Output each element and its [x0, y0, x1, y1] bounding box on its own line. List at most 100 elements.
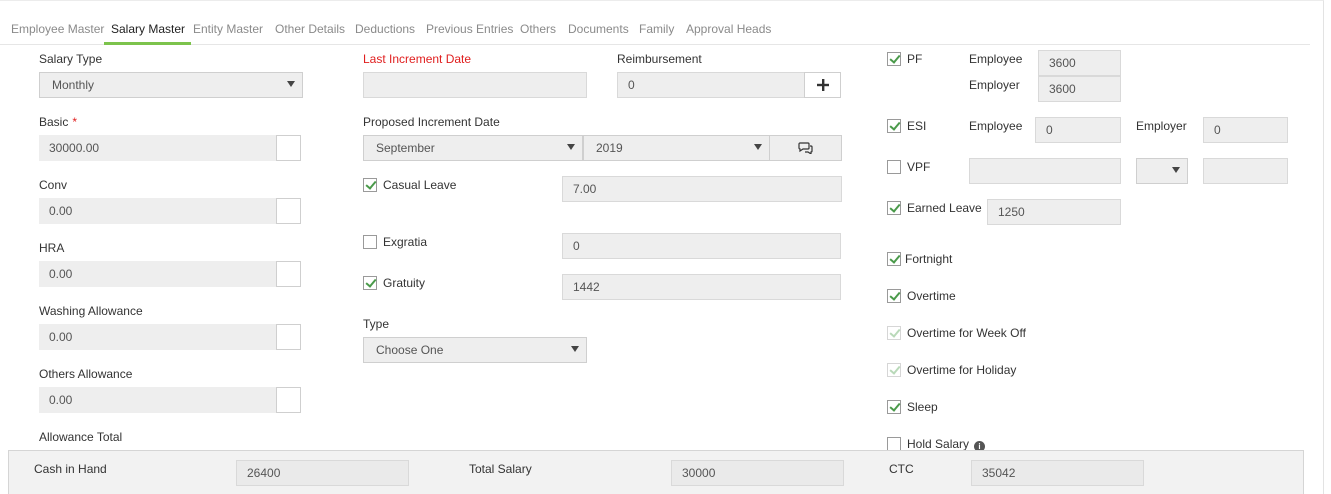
- others-allowance-input[interactable]: 0.00: [39, 387, 277, 413]
- fortnight-checkbox[interactable]: [887, 252, 901, 266]
- basic-input[interactable]: 30000.00: [39, 135, 277, 161]
- add-reimbursement-button[interactable]: [804, 72, 841, 98]
- overtime-checkbox[interactable]: [887, 289, 901, 303]
- required-asterisk: *: [72, 115, 78, 129]
- vpf-checkbox[interactable]: [887, 160, 901, 174]
- casual-leave-label: Casual Leave: [383, 178, 457, 192]
- reimbursement-input[interactable]: 0: [617, 72, 805, 98]
- overtime-week-off-checkbox[interactable]: [887, 326, 901, 340]
- earned-leave-label: Earned Leave: [907, 201, 982, 215]
- total-salary-input[interactable]: 30000: [671, 460, 844, 486]
- gratuity-label: Gratuity: [383, 276, 426, 290]
- chevron-down-icon: [571, 346, 579, 352]
- conv-label: Conv: [39, 178, 68, 192]
- ctc-label: CTC: [889, 462, 914, 476]
- tab-entity-master[interactable]: Entity Master: [193, 22, 263, 36]
- last-increment-date-input[interactable]: [363, 72, 587, 98]
- comments-icon: [798, 142, 813, 154]
- type-select[interactable]: Choose One: [363, 337, 587, 363]
- earned-leave-input[interactable]: 1250: [987, 199, 1121, 225]
- sleep-checkbox[interactable]: [887, 400, 901, 414]
- allowance-total-label: Allowance Total: [39, 430, 123, 444]
- tab-previous-entries[interactable]: Previous Entries: [426, 22, 513, 36]
- salary-type-value: Monthly: [52, 78, 95, 92]
- conv-input[interactable]: 0.00: [39, 198, 277, 224]
- month-select[interactable]: September: [363, 135, 583, 161]
- pf-label: PF: [907, 52, 923, 66]
- vpf-input[interactable]: [969, 158, 1121, 184]
- esi-employee-input[interactable]: 0: [1035, 117, 1121, 143]
- esi-label: ESI: [907, 119, 927, 133]
- tab-salary-master[interactable]: Salary Master: [103, 22, 192, 45]
- washing-allowance-label: Washing Allowance: [39, 304, 143, 318]
- conv-side-box[interactable]: [276, 198, 301, 224]
- hra-input[interactable]: 0.00: [39, 261, 277, 287]
- washing-allowance-side-box[interactable]: [276, 324, 301, 350]
- tab-others[interactable]: Others: [520, 22, 556, 36]
- ctc-input[interactable]: 35042: [971, 460, 1144, 486]
- tab-other-details[interactable]: Other Details: [275, 22, 345, 36]
- hold-salary-checkbox[interactable]: [887, 437, 901, 451]
- type-value: Choose One: [376, 343, 444, 357]
- others-allowance-label: Others Allowance: [39, 367, 133, 381]
- casual-leave-checkbox[interactable]: [363, 178, 377, 192]
- earned-leave-checkbox[interactable]: [887, 201, 901, 215]
- cash-in-hand-label: Cash in Hand: [34, 462, 107, 476]
- last-increment-date-label: Last Increment Date: [363, 52, 472, 66]
- chevron-down-icon: [1172, 167, 1180, 173]
- chevron-down-icon: [567, 144, 575, 150]
- overtime-holiday-label: Overtime for Holiday: [907, 363, 1017, 377]
- month-value: September: [376, 141, 435, 155]
- tab-family[interactable]: Family: [639, 22, 674, 36]
- overtime-week-off-label: Overtime for Week Off: [907, 326, 1026, 340]
- salary-type-select[interactable]: Monthly: [39, 72, 303, 98]
- type-label: Type: [363, 317, 390, 331]
- salary-type-label: Salary Type: [39, 52, 103, 66]
- comment-button[interactable]: [769, 135, 842, 161]
- gratuity-checkbox[interactable]: [363, 276, 377, 290]
- year-value: 2019: [596, 141, 623, 155]
- hra-side-box[interactable]: [276, 261, 301, 287]
- vpf-label: VPF: [907, 160, 931, 174]
- sleep-label: Sleep: [907, 400, 938, 414]
- tab-approval-heads[interactable]: Approval Heads: [686, 22, 771, 36]
- proposed-increment-date-label: Proposed Increment Date: [363, 115, 500, 129]
- chevron-down-icon: [287, 81, 295, 87]
- tab-bar: Employee Master Salary Master Entity Mas…: [0, 1, 1310, 45]
- chevron-down-icon: [754, 144, 762, 150]
- pf-checkbox[interactable]: [887, 52, 901, 66]
- esi-employee-label: Employee: [969, 119, 1023, 133]
- tab-deductions[interactable]: Deductions: [355, 22, 415, 36]
- tab-documents[interactable]: Documents: [568, 22, 629, 36]
- overtime-holiday-checkbox[interactable]: [887, 363, 901, 377]
- salary-summary-bar: Cash in Hand 26400 Total Salary 30000 CT…: [8, 450, 1304, 494]
- total-salary-label: Total Salary: [469, 462, 532, 476]
- reimbursement-label: Reimbursement: [617, 52, 702, 66]
- overtime-label: Overtime: [907, 289, 956, 303]
- basic-side-box[interactable]: [276, 135, 301, 161]
- basic-label: Basic *: [39, 115, 78, 129]
- exgratia-checkbox[interactable]: [363, 235, 377, 249]
- pf-employer-label: Employer: [969, 78, 1020, 92]
- hra-label: HRA: [39, 241, 65, 255]
- vpf-select[interactable]: [1136, 158, 1188, 184]
- fortnight-label: Fortnight: [905, 252, 953, 266]
- exgratia-label: Exgratia: [383, 235, 428, 249]
- plus-icon: [816, 79, 829, 91]
- year-select[interactable]: 2019: [583, 135, 770, 161]
- exgratia-input[interactable]: 0: [562, 233, 841, 259]
- washing-allowance-input[interactable]: 0.00: [39, 324, 277, 350]
- pf-employee-label: Employee: [969, 52, 1023, 66]
- cash-in-hand-input[interactable]: 26400: [236, 460, 409, 486]
- esi-checkbox[interactable]: [887, 119, 901, 133]
- gratuity-input[interactable]: 1442: [562, 274, 841, 300]
- salary-master-panel: Employee Master Salary Master Entity Mas…: [0, 0, 1324, 494]
- others-allowance-side-box[interactable]: [276, 387, 301, 413]
- pf-employee-input[interactable]: 3600: [1038, 50, 1121, 76]
- casual-leave-input[interactable]: 7.00: [562, 176, 842, 202]
- esi-employer-input[interactable]: 0: [1203, 117, 1288, 143]
- vpf-extra-input[interactable]: [1203, 158, 1288, 184]
- esi-employer-label: Employer: [1136, 119, 1187, 133]
- tab-employee-master[interactable]: Employee Master: [11, 22, 104, 36]
- pf-employer-input[interactable]: 3600: [1038, 76, 1121, 102]
